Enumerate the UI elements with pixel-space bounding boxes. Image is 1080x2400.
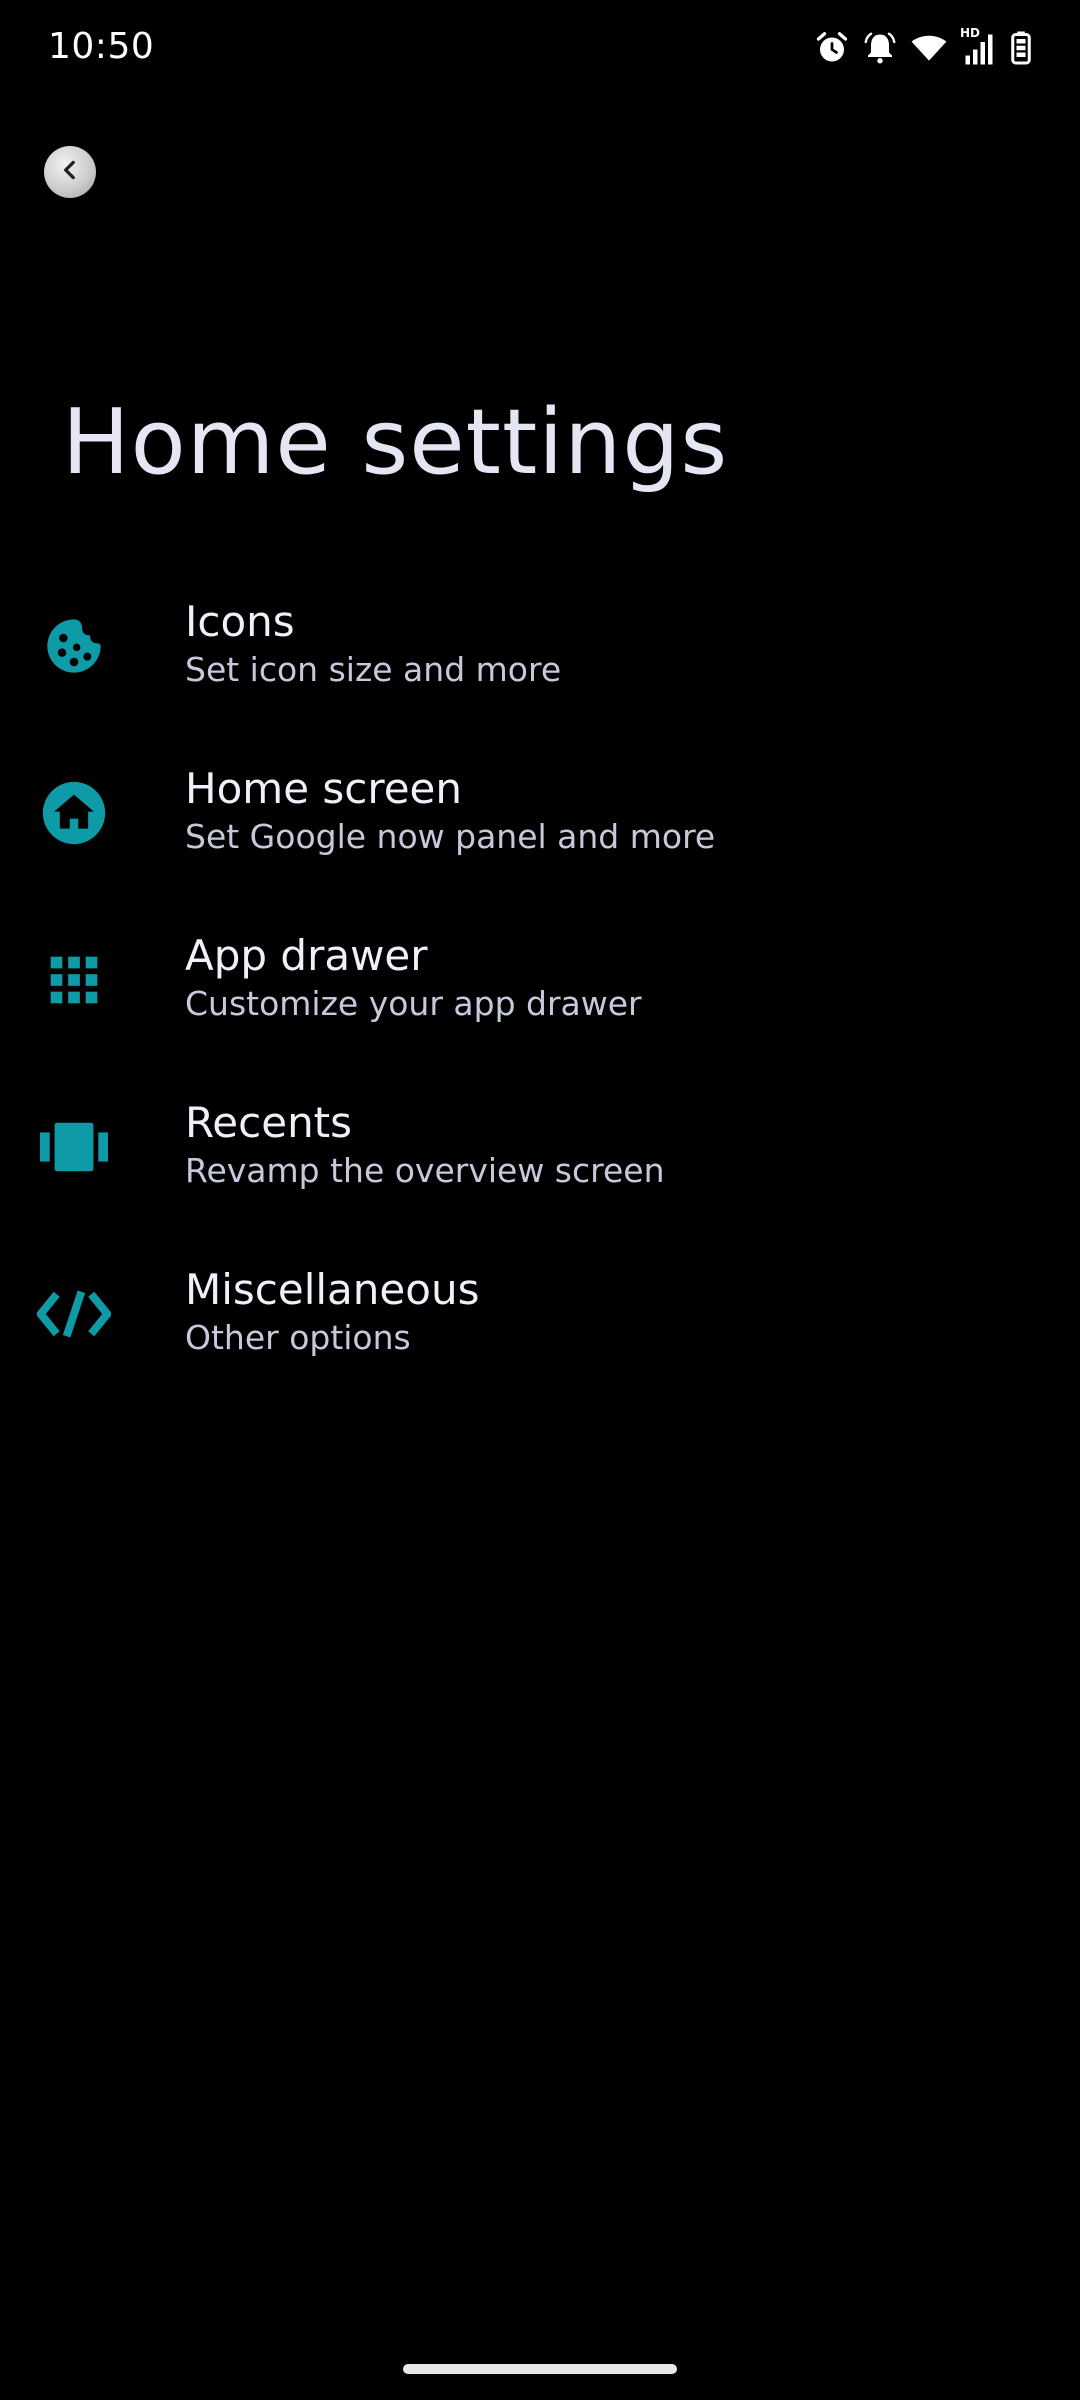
setting-text: Home screen Set Google now panel and mor…	[185, 763, 715, 859]
setting-text: Recents Revamp the overview screen	[185, 1097, 665, 1193]
back-button[interactable]	[44, 146, 96, 198]
carousel-icon	[36, 1109, 112, 1185]
setting-subtitle: Set Google now panel and more	[185, 817, 716, 856]
notification-bell-icon	[862, 30, 898, 66]
home-icon	[36, 775, 112, 851]
status-time: 10:50	[48, 26, 155, 67]
palette-icon	[36, 608, 112, 684]
setting-item-miscellaneous[interactable]: Miscellaneous Other options	[0, 1248, 1080, 1415]
setting-subtitle: Customize your app drawer	[185, 984, 642, 1023]
setting-text: App drawer Customize your app drawer	[185, 930, 642, 1026]
setting-text: Miscellaneous Other options	[185, 1264, 479, 1360]
settings-list: Icons Set icon size and more Home screen…	[0, 580, 1080, 1415]
setting-title: App drawer	[185, 931, 428, 980]
setting-item-icons[interactable]: Icons Set icon size and more	[0, 580, 1080, 747]
apps-grid-icon	[36, 942, 112, 1018]
setting-title: Miscellaneous	[185, 1265, 480, 1314]
hd-signal-icon: HD	[960, 26, 998, 66]
setting-item-app-drawer[interactable]: App drawer Customize your app drawer	[0, 914, 1080, 1081]
code-icon	[36, 1276, 112, 1352]
page-title: Home settings	[62, 390, 729, 495]
battery-icon	[1010, 30, 1032, 66]
wifi-icon	[910, 31, 948, 65]
setting-item-home-screen[interactable]: Home screen Set Google now panel and mor…	[0, 747, 1080, 914]
setting-item-recents[interactable]: Recents Revamp the overview screen	[0, 1081, 1080, 1248]
setting-title: Recents	[185, 1098, 353, 1147]
status-bar: 10:50 HD	[0, 0, 1080, 100]
setting-subtitle: Other options	[185, 1318, 411, 1357]
gesture-nav-handle[interactable]	[403, 2364, 677, 2374]
setting-title: Home screen	[185, 764, 462, 813]
setting-title: Icons	[185, 597, 295, 646]
setting-text: Icons Set icon size and more	[185, 596, 561, 692]
alarm-icon	[814, 30, 850, 66]
setting-subtitle: Set icon size and more	[185, 650, 562, 689]
setting-subtitle: Revamp the overview screen	[185, 1151, 665, 1190]
chevron-left-icon	[57, 157, 83, 187]
status-icons: HD	[814, 26, 1032, 66]
